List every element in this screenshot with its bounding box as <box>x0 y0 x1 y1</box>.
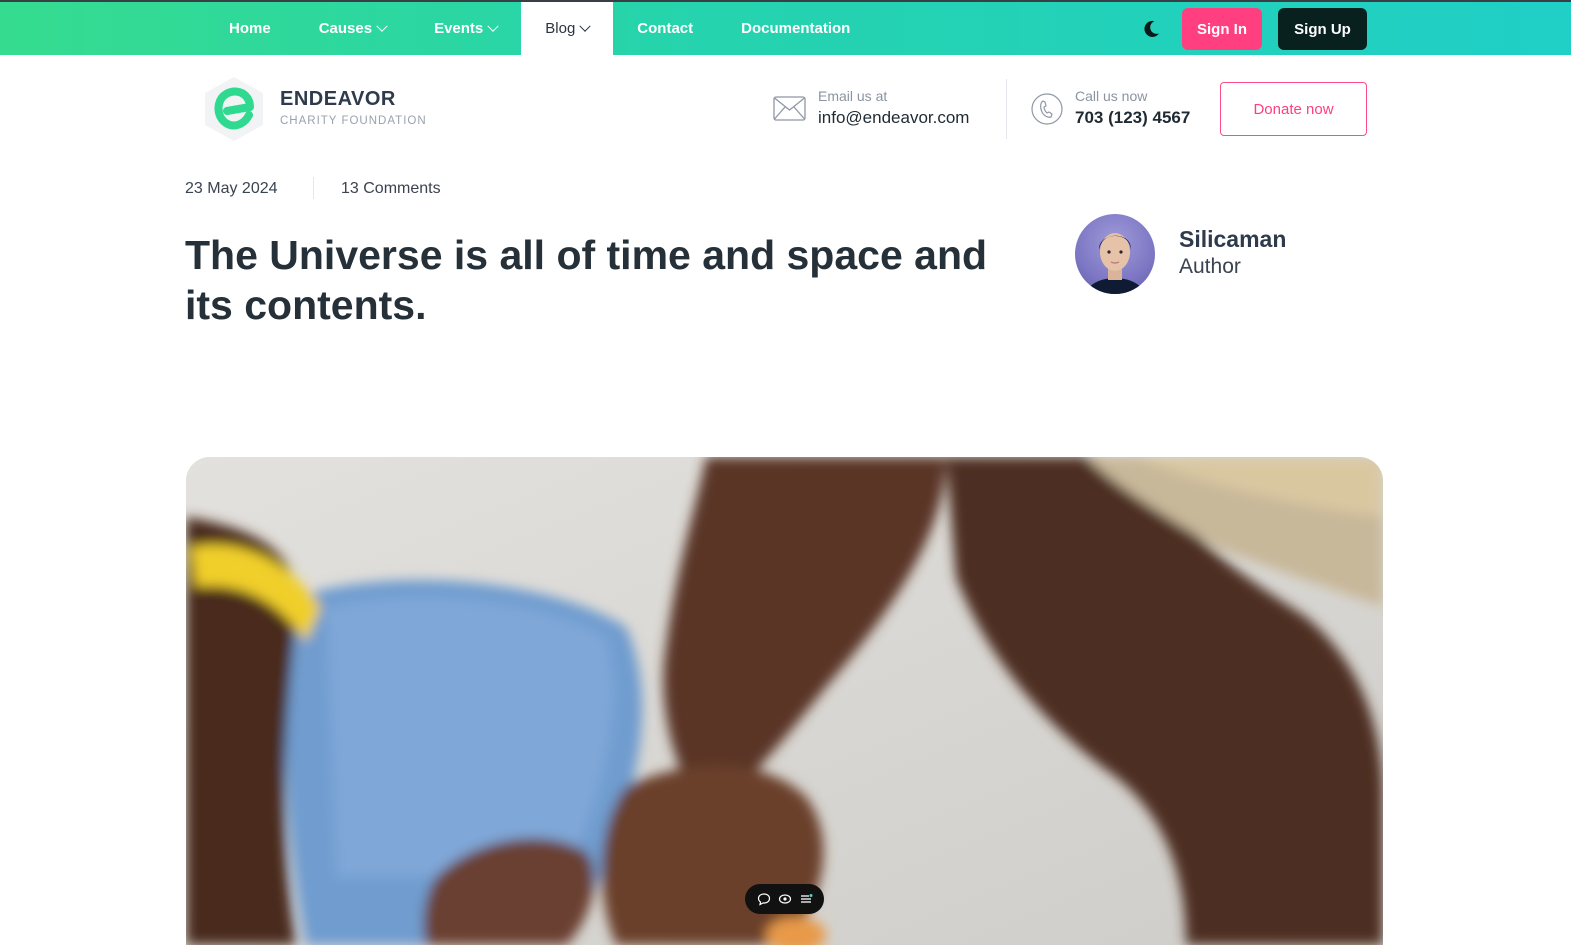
nav-item-documentation[interactable]: Documentation <box>717 2 874 55</box>
nav-label: Blog <box>545 20 576 37</box>
divider <box>313 177 314 199</box>
main-nav: Home Causes Events Blog Contact Document… <box>205 2 874 55</box>
phone-icon <box>1031 93 1063 125</box>
nav-label: Documentation <box>741 20 851 37</box>
list-icon[interactable] <box>799 892 813 906</box>
author-avatar <box>1075 214 1155 294</box>
eye-icon[interactable] <box>778 892 792 906</box>
author-name[interactable]: Silicaman <box>1179 226 1286 253</box>
nav-label: Home <box>229 20 271 37</box>
floating-toolbar <box>745 884 824 914</box>
moon-icon[interactable] <box>1141 19 1161 39</box>
donate-button[interactable]: Donate now <box>1220 82 1367 136</box>
nav-item-contact[interactable]: Contact <box>613 2 717 55</box>
post-date: 23 May 2024 <box>185 180 278 197</box>
call-label: Call us now <box>1075 88 1148 104</box>
sign-in-button[interactable]: Sign In <box>1182 8 1262 50</box>
email-label: Email us at <box>818 88 888 104</box>
divider <box>1006 79 1007 139</box>
chevron-down-icon <box>579 20 591 32</box>
nav-item-home[interactable]: Home <box>205 2 295 55</box>
post-title: The Universe is all of time and space an… <box>185 232 988 328</box>
author-portrait <box>1084 233 1146 294</box>
brand-name: ENDEAVOR <box>280 88 396 110</box>
phone-link[interactable]: 703 (123) 4567 <box>1075 108 1190 128</box>
nav-label: Events <box>434 20 484 37</box>
comment-icon[interactable] <box>757 892 771 906</box>
nav-item-events[interactable]: Events <box>410 2 521 55</box>
nav-label: Causes <box>318 20 373 37</box>
sign-up-button[interactable]: Sign Up <box>1278 8 1367 50</box>
hero-illustration <box>186 457 1383 945</box>
brand-tagline: CHARITY FOUNDATION <box>280 115 427 127</box>
nav-item-blog[interactable]: Blog <box>521 2 614 55</box>
logo-icon[interactable] <box>201 75 267 143</box>
nav-label: Contact <box>637 20 694 37</box>
mail-icon <box>773 96 806 121</box>
post-hero-image <box>186 457 1383 945</box>
top-nav-bar: Home Causes Events Blog Contact Document… <box>0 0 1571 55</box>
chevron-down-icon <box>376 20 388 32</box>
author-role: Author <box>1179 255 1241 278</box>
chevron-down-icon <box>487 20 499 32</box>
nav-item-causes[interactable]: Causes <box>295 2 410 55</box>
post-comments-link[interactable]: 13 Comments <box>341 180 441 198</box>
email-link[interactable]: info@endeavor.com <box>818 108 969 128</box>
